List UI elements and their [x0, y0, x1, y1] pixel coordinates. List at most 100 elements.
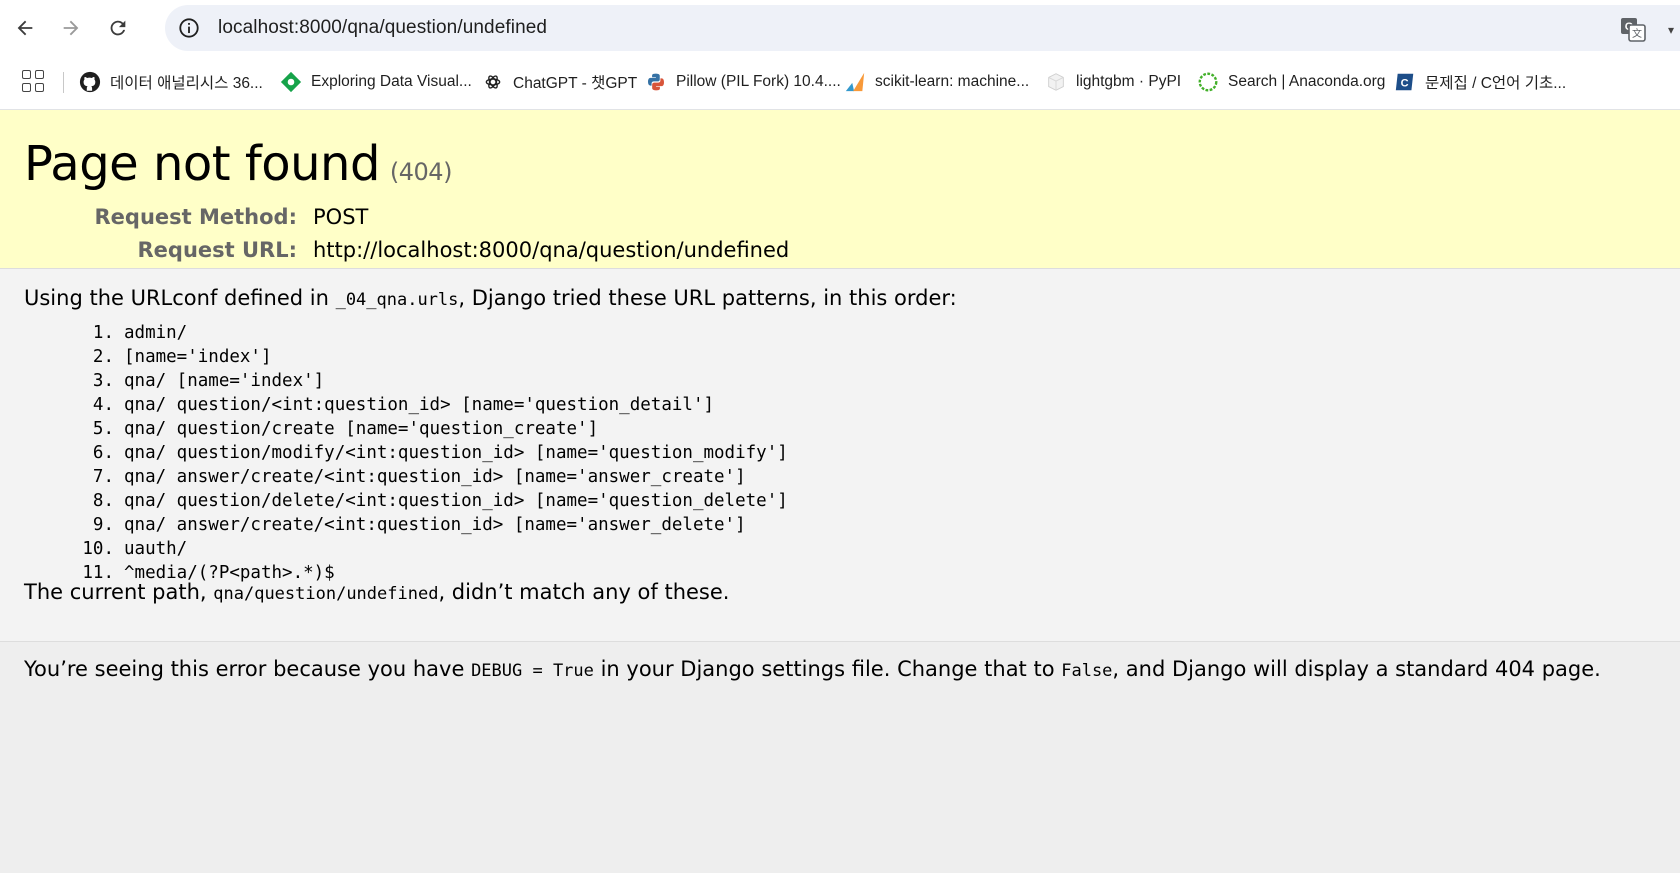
current-path-text: The current path, — [24, 580, 214, 604]
url-pattern-item: 1. admin/ — [68, 321, 788, 345]
pattern-text: qna/ answer/create/<int:question_id> [na… — [124, 467, 746, 487]
bookmark-label: Exploring Data Visual... — [311, 73, 472, 90]
intro-text: Using the URLconf defined in — [24, 286, 336, 310]
svg-text:文: 文 — [1632, 27, 1642, 40]
error-info: Using the URLconf defined in _04_qna.url… — [0, 269, 1680, 642]
request-meta-table: Request Method: POST Request URL: http:/… — [24, 200, 790, 266]
browser-chrome: localhost:8000/qna/question/undefined G文… — [0, 0, 1680, 110]
url-pattern-item: 5. qna/ question/create [name='question_c… — [68, 417, 788, 441]
urlconf-name: _04_qna.urls — [335, 290, 459, 310]
bookmark-label: lightgbm · PyPI — [1076, 73, 1182, 90]
pattern-number: 10. — [82, 539, 114, 559]
request-url-label: Request URL: — [137, 237, 298, 262]
url-text[interactable]: localhost:8000/qna/question/undefined — [218, 17, 547, 39]
site-info-icon[interactable] — [177, 16, 201, 40]
forward-button[interactable] — [53, 10, 89, 46]
pattern-number: 4. — [92, 395, 114, 415]
urlconf-intro: Using the URLconf defined in _04_qna.url… — [24, 286, 957, 310]
translate-icon[interactable]: G文 — [1620, 16, 1646, 42]
bookmark-item[interactable]: scikit-learn: machine... — [844, 70, 1029, 94]
page-title: Page not found (404) — [24, 136, 452, 192]
debug-text: , and Django will display a standard 404… — [1112, 657, 1601, 681]
request-url-value: http://localhost:8000/qna/question/undef… — [313, 237, 790, 262]
request-method-label: Request Method: — [94, 204, 297, 229]
bookmark-label: ChatGPT - 챗GPT — [513, 75, 638, 92]
pattern-number: 6. — [92, 443, 114, 463]
reload-icon — [110, 20, 126, 36]
pattern-number: 8. — [92, 491, 114, 511]
bookmark-label: 문제집 / C언어 기초... — [1425, 75, 1567, 92]
bookmarks-divider — [63, 72, 64, 93]
bookmark-label: scikit-learn: machine... — [875, 73, 1030, 90]
pattern-text: qna/ question/delete/<int:question_id> [… — [124, 491, 788, 511]
pattern-text: [name='index'] — [124, 347, 272, 367]
arrow-left-icon — [17, 20, 33, 36]
url-pattern-item: 9. qna/ answer/create/<int:question_id> [… — [68, 513, 788, 537]
intro-text: , Django tried these URL patterns, in th… — [458, 286, 957, 310]
url-pattern-item: 4. qna/ question/<int:question_id> [name=… — [68, 393, 788, 417]
apps-grid-icon[interactable] — [22, 70, 44, 92]
pattern-number: 3. — [92, 371, 114, 391]
pattern-text: admin/ — [124, 323, 188, 343]
green-diamond-icon — [280, 71, 302, 93]
python-icon — [645, 71, 667, 93]
url-pattern-item: 6. qna/ question/modify/<int:question_id>… — [68, 441, 788, 465]
sklearn-icon — [844, 71, 866, 93]
debug-text: in your Django settings file. Change tha… — [593, 657, 1062, 681]
debug-explanation: You’re seeing this error because you hav… — [0, 642, 1680, 852]
openai-icon — [482, 71, 504, 93]
current-path: qna/question/undefined — [213, 584, 439, 604]
pattern-text: qna/ [name='index'] — [124, 371, 325, 391]
debug-message: You’re seeing this error because you hav… — [24, 657, 1601, 681]
status-code: (404) — [389, 158, 453, 186]
debug-setting: DEBUG = True — [471, 661, 594, 681]
request-url-row: Request URL: http://localhost:8000/qna/q… — [24, 233, 790, 266]
debug-text: You’re seeing this error because you hav… — [24, 657, 472, 681]
bookmark-item[interactable]: Exploring Data Visual... — [280, 70, 472, 94]
pattern-number: 2. — [92, 347, 114, 367]
codeup-icon: C — [1394, 71, 1416, 93]
request-method-value: POST — [313, 204, 369, 229]
current-path-message: The current path, qna/question/undefined… — [24, 580, 729, 604]
pattern-number: 1. — [92, 323, 114, 343]
url-pattern-item: 7. qna/ answer/create/<int:question_id> [… — [68, 465, 788, 489]
bookmark-item[interactable]: ChatGPT - 챗GPT — [482, 70, 637, 94]
false-value: False — [1061, 661, 1113, 681]
pattern-number: 7. — [92, 467, 114, 487]
arrow-right-icon — [63, 20, 79, 36]
pattern-text: qna/ question/create [name='question_cre… — [124, 419, 599, 439]
bookmark-item[interactable]: Search | Anaconda.org — [1197, 70, 1385, 94]
url-pattern-item: 2. [name='index'] — [68, 345, 788, 369]
svg-text:C: C — [1401, 78, 1409, 90]
url-pattern-item: 3. qna/ [name='index'] — [68, 369, 788, 393]
back-button[interactable] — [7, 10, 43, 46]
pypi-icon — [1045, 71, 1067, 93]
pattern-number: 9. — [92, 515, 114, 535]
bookmarks-bar: 데이터 애널리시스 36... Exploring Data Visual...… — [0, 56, 1680, 110]
pattern-text: qna/ answer/create/<int:question_id> [na… — [124, 515, 746, 535]
bookmark-item[interactable]: 데이터 애널리시스 36... — [79, 70, 263, 94]
bookmark-label: 데이터 애널리시스 36... — [110, 75, 263, 92]
github-icon — [79, 71, 101, 93]
url-pattern-list: 1. admin/2. [name='index'] 3. qna/ [name='in… — [68, 321, 788, 585]
pattern-number: 5. — [92, 419, 114, 439]
error-summary: Page not found (404) Request Method: POST… — [0, 110, 1680, 269]
current-path-text: , didn’t match any of these. — [438, 580, 730, 604]
bookmark-label: Search | Anaconda.org — [1228, 73, 1386, 90]
url-pattern-item: 10. uauth/ — [68, 537, 788, 561]
address-bar[interactable]: localhost:8000/qna/question/undefined G文… — [165, 5, 1680, 51]
pattern-text: uauth/ — [124, 539, 188, 559]
url-pattern-item: 8. qna/ question/delete/<int:question_id>… — [68, 489, 788, 513]
bookmark-item[interactable]: lightgbm · PyPI — [1045, 70, 1181, 94]
reload-button[interactable] — [100, 10, 136, 46]
dropdown-icon[interactable]: ▾ — [1668, 23, 1678, 37]
page-title-text: Page not found — [24, 136, 380, 192]
bookmark-item[interactable]: Pillow (PIL Fork) 10.4.... — [645, 70, 841, 94]
browser-toolbar: localhost:8000/qna/question/undefined G文… — [0, 0, 1680, 56]
bookmark-item[interactable]: C 문제집 / C언어 기초... — [1394, 70, 1566, 94]
request-method-row: Request Method: POST — [24, 200, 789, 233]
pattern-text: qna/ question/<int:question_id> [name='q… — [124, 395, 715, 415]
pattern-text: qna/ question/modify/<int:question_id> [… — [124, 443, 788, 463]
anaconda-icon — [1197, 71, 1219, 93]
bookmark-label: Pillow (PIL Fork) 10.4.... — [676, 73, 841, 90]
